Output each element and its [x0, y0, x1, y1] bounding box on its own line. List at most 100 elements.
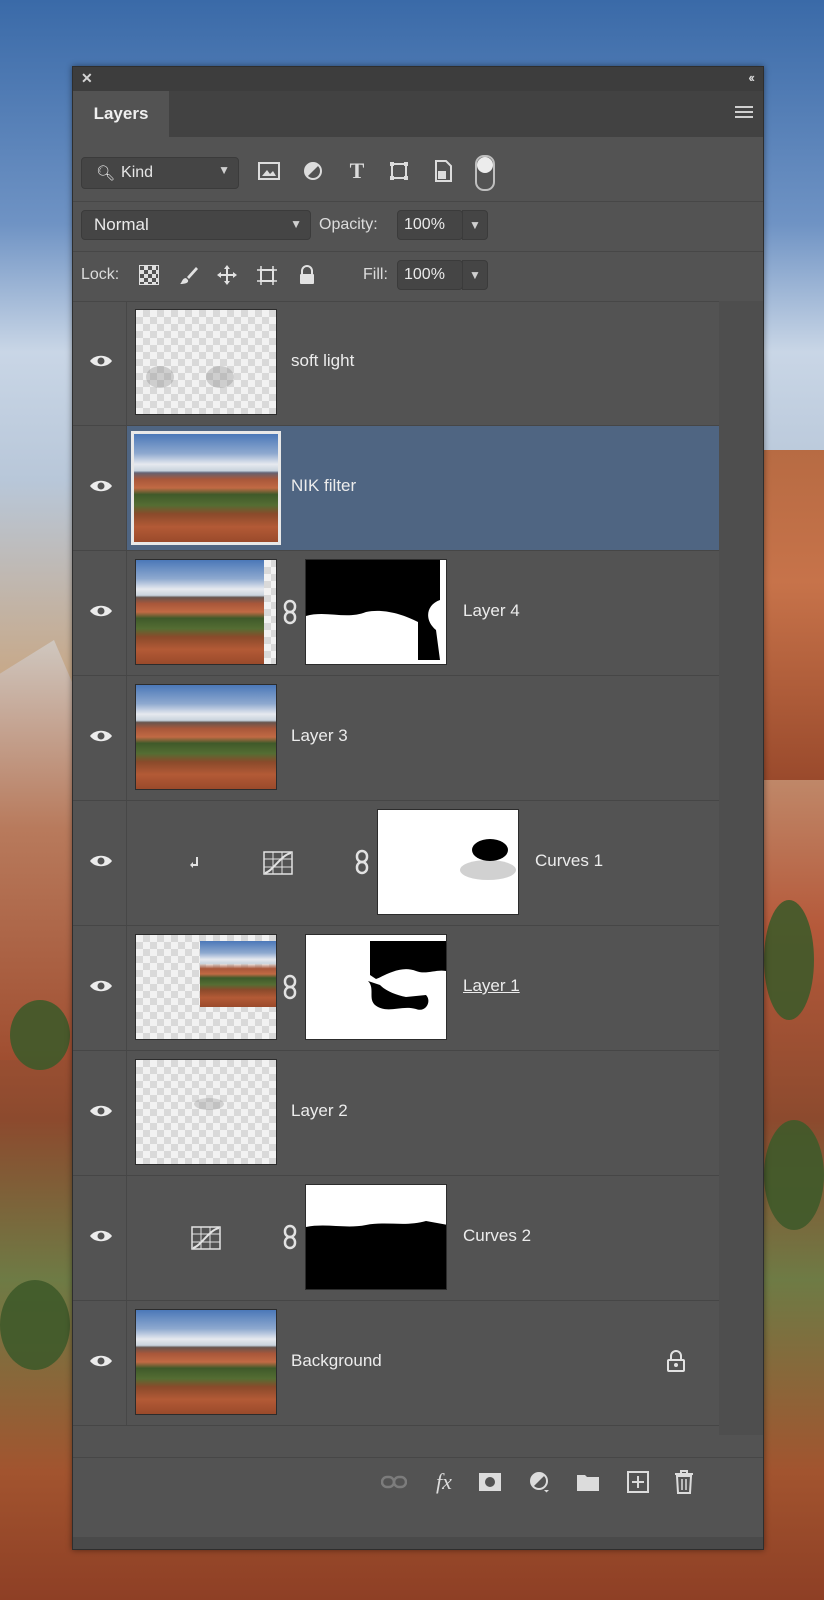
- fx-icon[interactable]: fx: [431, 1469, 457, 1494]
- layer-mask-thumbnail[interactable]: [305, 559, 447, 665]
- opacity-input[interactable]: 100%: [397, 210, 463, 240]
- opacity-label: Opacity:: [319, 216, 378, 233]
- background-bush: [764, 900, 814, 1020]
- fill-label: Fill:: [363, 266, 388, 283]
- visibility-cell[interactable]: [73, 1301, 127, 1425]
- layer-name[interactable]: Layer 2: [291, 1101, 348, 1121]
- add-mask-icon[interactable]: [477, 1470, 503, 1494]
- new-layer-icon[interactable]: [625, 1470, 651, 1494]
- eye-icon[interactable]: [89, 1353, 113, 1371]
- visibility-cell[interactable]: [73, 551, 127, 675]
- eye-icon[interactable]: [89, 1228, 113, 1246]
- smart-object-filter-icon[interactable]: [431, 159, 455, 183]
- image-filter-icon[interactable]: [257, 159, 281, 183]
- tab-layers[interactable]: Layers: [73, 91, 169, 137]
- layer-thumbnail[interactable]: [135, 1309, 277, 1415]
- visibility-cell[interactable]: [73, 801, 127, 925]
- type-filter-icon[interactable]: T: [345, 158, 369, 183]
- layer-thumbnail[interactable]: [135, 1059, 277, 1165]
- layer-mask-thumbnail[interactable]: [377, 809, 519, 915]
- visibility-cell[interactable]: [73, 301, 127, 425]
- layer-name[interactable]: Layer 3: [291, 726, 348, 746]
- layer-name[interactable]: Curves 1: [535, 851, 603, 871]
- background-bush: [764, 1120, 824, 1230]
- visibility-cell[interactable]: [73, 426, 127, 550]
- layer-row[interactable]: Background: [73, 1301, 719, 1426]
- layer-mask-thumbnail[interactable]: [305, 1184, 447, 1290]
- link-icon[interactable]: [282, 1224, 298, 1250]
- eye-icon[interactable]: [89, 353, 113, 371]
- lock-icon[interactable]: [665, 1349, 687, 1373]
- eye-icon[interactable]: [89, 603, 113, 621]
- adjustment-filter-icon[interactable]: [301, 159, 325, 183]
- opacity-dropdown-button[interactable]: ▼: [462, 210, 488, 240]
- layer-row[interactable]: Layer 1: [73, 926, 719, 1051]
- background-rock-right: [754, 450, 824, 780]
- close-icon[interactable]: ✕: [81, 70, 93, 87]
- layer-row[interactable]: Curves 1: [73, 801, 719, 926]
- layer-row[interactable]: Layer 4: [73, 551, 719, 676]
- lock-position-icon[interactable]: [215, 263, 239, 287]
- curves-adjustment-icon[interactable]: [191, 1226, 221, 1250]
- hamburger-menu-icon[interactable]: [735, 106, 753, 120]
- lock-row: Lock: Fill: 100% ▼: [73, 251, 763, 302]
- background-bush: [10, 1000, 70, 1070]
- lock-all-icon[interactable]: [295, 263, 319, 287]
- scrollbar-track[interactable]: [719, 301, 763, 1435]
- layer-name[interactable]: Layer 1: [463, 976, 520, 996]
- visibility-cell[interactable]: [73, 676, 127, 800]
- layer-row[interactable]: Curves 2: [73, 1176, 719, 1301]
- fill-input[interactable]: 100%: [397, 260, 463, 290]
- eye-icon[interactable]: [89, 978, 113, 996]
- blend-mode-value: Normal: [94, 215, 149, 234]
- layers-panel: ✕ ‹‹ Layers 🔍︎ Kind ▼ T Normal ▼ Opacity…: [72, 66, 764, 1550]
- panel-resize-grip[interactable]: [73, 1537, 763, 1549]
- eye-icon[interactable]: [89, 728, 113, 746]
- layer-row[interactable]: soft light: [73, 301, 719, 426]
- visibility-cell[interactable]: [73, 1051, 127, 1175]
- delete-icon[interactable]: [671, 1470, 697, 1494]
- layer-name[interactable]: Layer 4: [463, 601, 520, 621]
- layer-thumbnail[interactable]: [131, 431, 281, 545]
- layer-thumbnail[interactable]: [135, 684, 277, 790]
- visibility-cell[interactable]: [73, 926, 127, 1050]
- background-bush: [0, 1280, 70, 1370]
- layer-thumbnail[interactable]: [135, 559, 277, 665]
- layer-row[interactable]: Layer 3: [73, 676, 719, 801]
- layer-thumbnail[interactable]: [135, 934, 277, 1040]
- layer-mask-thumbnail[interactable]: [305, 934, 447, 1040]
- new-adjustment-icon[interactable]: [527, 1470, 553, 1494]
- layer-row[interactable]: Layer 2: [73, 1051, 719, 1176]
- visibility-cell[interactable]: [73, 1176, 127, 1300]
- blend-row: Normal ▼ Opacity: 100% ▼: [73, 201, 763, 252]
- blend-mode-select[interactable]: Normal ▼: [81, 210, 311, 240]
- kind-filter-select[interactable]: 🔍︎ Kind ▼: [81, 157, 239, 189]
- shape-filter-icon[interactable]: [387, 159, 411, 183]
- eye-icon[interactable]: [89, 478, 113, 496]
- link-icon[interactable]: [282, 599, 298, 625]
- lock-image-pixels-icon[interactable]: [177, 263, 201, 287]
- layer-name[interactable]: soft light: [291, 351, 354, 371]
- panel-tab-bar: Layers: [73, 91, 763, 137]
- link-icon[interactable]: [354, 849, 370, 875]
- fill-dropdown-button[interactable]: ▼: [462, 260, 488, 290]
- link-icon[interactable]: [282, 974, 298, 1000]
- chevron-down-icon: ▼: [218, 163, 230, 177]
- link-layers-icon[interactable]: [381, 1470, 407, 1494]
- layer-thumbnail[interactable]: [135, 309, 277, 415]
- filter-toggle-icon[interactable]: [475, 155, 495, 191]
- eye-icon[interactable]: [89, 1103, 113, 1121]
- layer-name[interactable]: Curves 2: [463, 1226, 531, 1246]
- lock-label: Lock:: [81, 266, 120, 283]
- lock-artboard-icon[interactable]: [255, 263, 279, 287]
- layer-name[interactable]: Background: [291, 1351, 382, 1371]
- lock-transparent-pixels-icon[interactable]: [137, 263, 161, 287]
- new-group-icon[interactable]: [575, 1470, 601, 1494]
- layer-row-selected[interactable]: NIK filter: [73, 426, 719, 551]
- layer-name[interactable]: NIK filter: [291, 476, 356, 496]
- eye-icon[interactable]: [89, 853, 113, 871]
- filter-row: 🔍︎ Kind ▼ T: [73, 149, 763, 202]
- curves-adjustment-icon[interactable]: [263, 851, 293, 875]
- double-chevron-left-icon[interactable]: ‹‹: [748, 70, 755, 85]
- search-icon: 🔍︎: [96, 165, 116, 182]
